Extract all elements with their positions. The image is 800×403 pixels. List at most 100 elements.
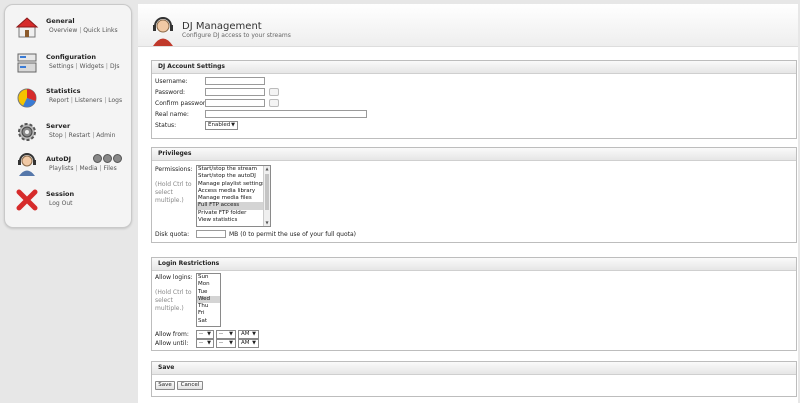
confirm-password-input[interactable] bbox=[205, 99, 265, 107]
nav-statistics-title: Statistics bbox=[46, 87, 81, 95]
real-name-label: Real name: bbox=[155, 111, 189, 118]
permissions-label: Permissions: bbox=[155, 166, 193, 173]
allow-logins-label: Allow logins: bbox=[155, 274, 193, 281]
permission-option[interactable]: Start/stop the stream bbox=[197, 166, 270, 173]
allow-from-minute-select[interactable]: -- ▼ bbox=[216, 330, 236, 339]
autodj-pause-icon[interactable] bbox=[103, 154, 112, 163]
save-heading: Save bbox=[152, 362, 796, 375]
day-option[interactable]: Wed bbox=[197, 295, 220, 304]
status-value: Enabled bbox=[208, 122, 231, 128]
scroll-down-icon[interactable]: ▼ bbox=[264, 220, 270, 226]
day-option[interactable]: Sat bbox=[197, 318, 220, 325]
disk-quota-note: MB (0 to permit the use of your full quo… bbox=[229, 231, 357, 238]
permission-option[interactable]: Start/stop the autoDJ bbox=[197, 173, 270, 180]
sidebar: General Overview | Quick Links Configurati… bbox=[4, 4, 132, 228]
link-media[interactable]: Media bbox=[79, 165, 97, 172]
permission-option[interactable]: View statistics bbox=[197, 217, 270, 224]
chevron-down-icon: ▼ bbox=[252, 340, 256, 346]
allow-from-ampm-select[interactable]: AM ▼ bbox=[238, 330, 259, 339]
day-option[interactable]: Fri bbox=[197, 310, 220, 317]
day-option[interactable]: Mon bbox=[197, 281, 220, 288]
allow-until-hour-value: -- bbox=[199, 340, 203, 346]
scroll-thumb[interactable] bbox=[265, 174, 269, 210]
account-settings-heading: DJ Account Settings bbox=[152, 61, 796, 74]
permission-option[interactable]: Manage playlist settings bbox=[197, 181, 270, 188]
permission-option[interactable]: Manage media files bbox=[197, 195, 270, 202]
days-listbox[interactable]: Sun Mon Tue Wed Thu Fri Sat bbox=[196, 273, 221, 327]
link-restart[interactable]: Restart bbox=[69, 132, 91, 139]
nav-general-links: Overview | Quick Links bbox=[49, 27, 118, 34]
day-option[interactable]: Tue bbox=[197, 289, 220, 296]
allow-until-ampm-select[interactable]: AM ▼ bbox=[238, 339, 259, 348]
link-playlists[interactable]: Playlists bbox=[49, 165, 73, 172]
link-djs[interactable]: DJs bbox=[110, 63, 120, 70]
autodj-stop-icon[interactable] bbox=[113, 154, 122, 163]
nav-session-title: Session bbox=[46, 190, 75, 198]
allow-from-hour-select[interactable]: -- ▼ bbox=[196, 330, 214, 339]
username-label: Username: bbox=[155, 78, 188, 85]
disk-quota-input[interactable] bbox=[196, 230, 226, 238]
page-title: DJ Management bbox=[182, 21, 262, 32]
chevron-down-icon: ▼ bbox=[252, 331, 256, 337]
nav-general: General Overview | Quick Links bbox=[15, 15, 127, 43]
link-logs[interactable]: Logs bbox=[108, 97, 122, 104]
link-report[interactable]: Report bbox=[49, 97, 69, 104]
confirm-password-icon[interactable] bbox=[269, 99, 279, 107]
status-select[interactable]: Enabled ▼ bbox=[205, 121, 238, 130]
close-x-icon bbox=[16, 189, 38, 211]
save-panel: Save Save Cancel bbox=[151, 361, 797, 397]
permissions-scrollbar[interactable]: ▲ ▼ bbox=[263, 166, 270, 226]
login-restrictions-heading: Login Restrictions bbox=[152, 258, 796, 271]
password-input[interactable] bbox=[205, 88, 265, 96]
login-restrictions-panel: Login Restrictions Allow logins: (Hold C… bbox=[151, 257, 797, 351]
account-settings-panel: DJ Account Settings Username: Password: … bbox=[151, 60, 797, 139]
server-config-icon bbox=[17, 53, 37, 73]
allow-until-minute-select[interactable]: -- ▼ bbox=[216, 339, 236, 348]
gear-icon bbox=[18, 123, 36, 141]
chevron-down-icon: ▼ bbox=[207, 340, 211, 346]
password-generator-icon[interactable] bbox=[269, 88, 279, 96]
dj-person-icon bbox=[18, 153, 36, 176]
scroll-up-icon[interactable]: ▲ bbox=[264, 166, 270, 172]
link-log-out[interactable]: Log Out bbox=[49, 200, 73, 207]
link-admin[interactable]: Admin bbox=[96, 132, 115, 139]
link-stop[interactable]: Stop bbox=[49, 132, 63, 139]
nav-autodj-title: AutoDJ bbox=[46, 155, 72, 163]
permission-option[interactable]: Full FTP access bbox=[197, 202, 270, 210]
page-subtitle: Configure DJ access to your streams bbox=[182, 32, 291, 39]
nav-session: Session Log Out bbox=[15, 188, 127, 216]
day-option[interactable]: Sun bbox=[197, 274, 220, 281]
nav-configuration-links: Settings | Widgets | DJs bbox=[49, 63, 120, 70]
permissions-listbox[interactable]: Start/stop the stream Start/stop the auto… bbox=[196, 165, 271, 227]
disk-quota-label: Disk quota: bbox=[155, 231, 190, 238]
allow-from-ampm-value: AM bbox=[241, 331, 250, 337]
chevron-down-icon: ▼ bbox=[207, 331, 211, 337]
allow-from-hour-value: -- bbox=[199, 331, 203, 337]
privileges-panel: Privileges Permissions: (Hold Ctrl to se… bbox=[151, 147, 797, 243]
save-button[interactable]: Save bbox=[155, 381, 175, 390]
permission-option[interactable]: Private FTP folder bbox=[197, 210, 270, 217]
link-quick-links[interactable]: Quick Links bbox=[83, 27, 117, 34]
allow-until-ampm-value: AM bbox=[241, 340, 250, 346]
permissions-hint: (Hold Ctrl to select multiple.) bbox=[155, 181, 192, 204]
permission-option[interactable]: Access media library bbox=[197, 188, 270, 195]
chevron-down-icon: ▼ bbox=[229, 340, 233, 346]
username-input[interactable] bbox=[205, 77, 265, 85]
link-files[interactable]: Files bbox=[104, 165, 117, 172]
link-overview[interactable]: Overview bbox=[49, 27, 77, 34]
day-option[interactable]: Thu bbox=[197, 303, 220, 310]
chevron-down-icon: ▼ bbox=[231, 122, 235, 128]
dj-management-icon bbox=[153, 17, 173, 46]
allow-logins-hint: (Hold Ctrl to select multiple.) bbox=[155, 289, 192, 312]
autodj-play-icon[interactable] bbox=[93, 154, 102, 163]
cancel-button[interactable]: Cancel bbox=[177, 381, 203, 390]
page-header: DJ Management Configure DJ access to you… bbox=[138, 4, 798, 47]
link-widgets[interactable]: Widgets bbox=[80, 63, 104, 70]
chevron-down-icon: ▼ bbox=[229, 331, 233, 337]
nav-server-title: Server bbox=[46, 122, 71, 130]
confirm-password-label: Confirm password: bbox=[155, 100, 212, 107]
link-settings[interactable]: Settings bbox=[49, 63, 74, 70]
link-listeners[interactable]: Listeners bbox=[75, 97, 102, 104]
allow-until-hour-select[interactable]: -- ▼ bbox=[196, 339, 214, 348]
real-name-input[interactable] bbox=[205, 110, 367, 118]
